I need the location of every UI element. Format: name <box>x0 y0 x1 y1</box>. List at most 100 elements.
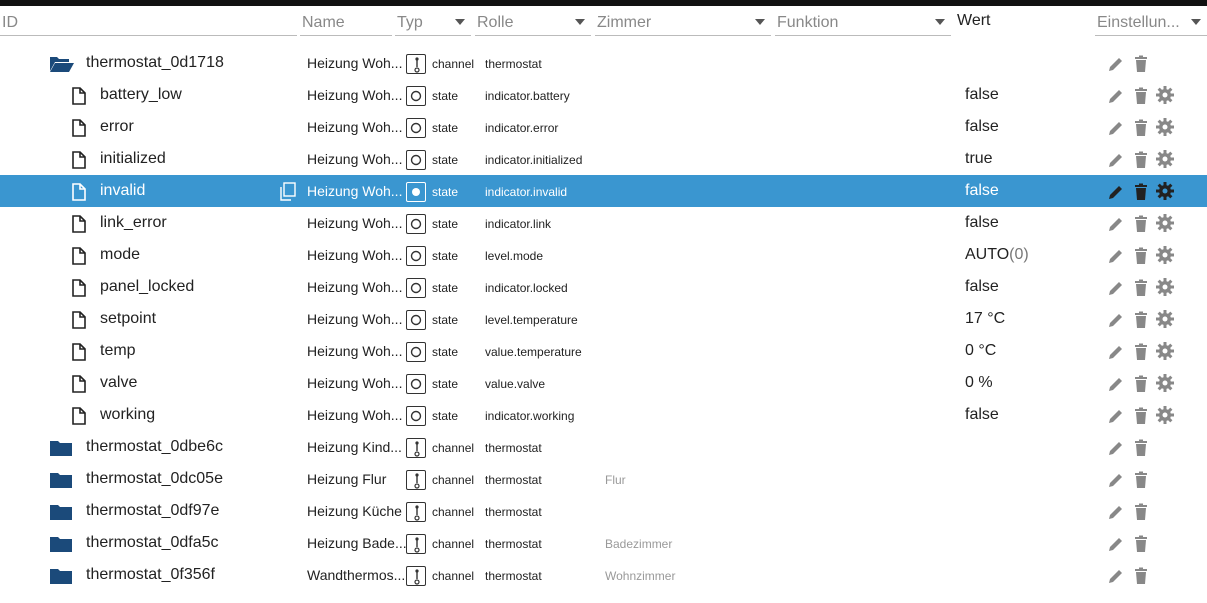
object-value[interactable]: false <box>965 182 999 200</box>
object-value[interactable]: false <box>965 118 999 136</box>
delete-trash-icon[interactable] <box>1133 151 1149 169</box>
tree-row[interactable]: temp Heizung Woh... state value.temperature… <box>0 335 1207 367</box>
folder-icon[interactable] <box>49 503 73 521</box>
settings-gear-icon[interactable] <box>1155 213 1175 233</box>
tree-row[interactable]: initialized Heizung Woh... state indicator.… <box>0 143 1207 175</box>
edit-pencil-icon[interactable] <box>1106 407 1126 425</box>
id-filter-input[interactable]: ID <box>0 10 297 36</box>
folder-open-icon[interactable] <box>49 55 75 73</box>
delete-trash-icon[interactable] <box>1133 183 1149 201</box>
edit-pencil-icon[interactable] <box>1106 87 1126 105</box>
file-icon[interactable] <box>71 151 87 169</box>
tree-row[interactable]: panel_locked Heizung Woh... state indicator… <box>0 271 1207 303</box>
tree-row[interactable]: mode Heizung Woh... state level.mode AUTO(0) <box>0 239 1207 271</box>
file-icon[interactable] <box>71 215 87 233</box>
delete-trash-icon[interactable] <box>1133 279 1149 297</box>
edit-pencil-icon[interactable] <box>1106 183 1126 201</box>
settings-gear-icon[interactable] <box>1155 149 1175 169</box>
object-value[interactable]: AUTO(0) <box>965 246 1029 264</box>
delete-trash-icon[interactable] <box>1133 439 1149 457</box>
edit-pencil-icon[interactable] <box>1106 439 1126 457</box>
edit-pencil-icon[interactable] <box>1106 247 1126 265</box>
object-value[interactable]: false <box>965 406 999 424</box>
folder-icon[interactable] <box>49 567 73 585</box>
tree-row[interactable]: thermostat_0df97e Heizung Küche channel the… <box>0 495 1207 527</box>
file-icon[interactable] <box>71 183 87 201</box>
delete-trash-icon[interactable] <box>1133 343 1149 361</box>
file-icon[interactable] <box>71 247 87 265</box>
rolle-filter-select[interactable]: Rolle <box>475 10 591 36</box>
tree-row[interactable]: thermostat_0dbe6c Heizung Kind... channel t… <box>0 431 1207 463</box>
tree-row[interactable]: thermostat_0f356f Wandthermos... channel th… <box>0 559 1207 591</box>
edit-pencil-icon[interactable] <box>1106 567 1126 585</box>
delete-trash-icon[interactable] <box>1133 567 1149 585</box>
einstellungen-select[interactable]: Einstellun... <box>1095 10 1207 36</box>
name-filter-input[interactable]: Name <box>300 10 392 36</box>
funktion-filter-select[interactable]: Funktion <box>775 10 951 36</box>
object-value[interactable]: false <box>965 86 999 104</box>
object-value[interactable]: false <box>965 214 999 232</box>
delete-trash-icon[interactable] <box>1133 247 1149 265</box>
delete-trash-icon[interactable] <box>1133 471 1149 489</box>
edit-pencil-icon[interactable] <box>1106 343 1126 361</box>
file-icon[interactable] <box>71 279 87 297</box>
object-value[interactable]: 0 % <box>965 374 993 392</box>
edit-pencil-icon[interactable] <box>1106 215 1126 233</box>
settings-gear-icon[interactable] <box>1155 309 1175 329</box>
folder-icon[interactable] <box>49 439 73 457</box>
settings-gear-icon[interactable] <box>1155 117 1175 137</box>
edit-pencil-icon[interactable] <box>1106 311 1126 329</box>
file-icon[interactable] <box>71 407 87 425</box>
edit-pencil-icon[interactable] <box>1106 279 1126 297</box>
edit-pencil-icon[interactable] <box>1106 471 1126 489</box>
delete-trash-icon[interactable] <box>1133 535 1149 553</box>
settings-gear-icon[interactable] <box>1155 277 1175 297</box>
name-filter-placeholder: Name <box>302 14 345 31</box>
edit-pencil-icon[interactable] <box>1106 375 1126 393</box>
delete-trash-icon[interactable] <box>1133 503 1149 521</box>
tree-row[interactable]: setpoint Heizung Woh... state level.tempera… <box>0 303 1207 335</box>
tree-row[interactable]: error Heizung Woh... state indicator.error f… <box>0 111 1207 143</box>
delete-trash-icon[interactable] <box>1133 311 1149 329</box>
delete-trash-icon[interactable] <box>1133 55 1149 73</box>
settings-gear-icon[interactable] <box>1155 405 1175 425</box>
settings-gear-icon[interactable] <box>1155 181 1175 201</box>
object-value[interactable]: false <box>965 278 999 296</box>
zimmer-filter-select[interactable]: Zimmer <box>595 10 771 36</box>
object-value[interactable]: 0 °C <box>965 342 996 360</box>
file-icon[interactable] <box>71 343 87 361</box>
settings-gear-icon[interactable] <box>1155 373 1175 393</box>
folder-icon[interactable] <box>49 471 73 489</box>
tree-row[interactable]: thermostat_0dfa5c Heizung Bade... channel t… <box>0 527 1207 559</box>
delete-trash-icon[interactable] <box>1133 407 1149 425</box>
settings-gear-icon[interactable] <box>1155 341 1175 361</box>
typ-filter-select[interactable]: Typ <box>395 10 471 36</box>
file-icon[interactable] <box>71 87 87 105</box>
tree-row[interactable]: battery_low Heizung Woh... state indicator.… <box>0 79 1207 111</box>
file-icon[interactable] <box>71 375 87 393</box>
file-icon[interactable] <box>71 119 87 137</box>
tree-row[interactable]: thermostat_0dc05e Heizung Flur channel ther… <box>0 463 1207 495</box>
object-value[interactable]: true <box>965 150 993 168</box>
object-value[interactable]: 17 °C <box>965 310 1005 328</box>
delete-trash-icon[interactable] <box>1133 119 1149 137</box>
edit-pencil-icon[interactable] <box>1106 535 1126 553</box>
delete-trash-icon[interactable] <box>1133 375 1149 393</box>
file-icon[interactable] <box>71 311 87 329</box>
tree-row[interactable]: working Heizung Woh... state indicator.work… <box>0 399 1207 431</box>
tree-row[interactable]: invalid Heizung Woh... state indicator.inva… <box>0 175 1207 207</box>
copy-icon[interactable] <box>279 182 297 202</box>
tree-row[interactable]: thermostat_0d1718 Heizung Woh... channel th… <box>0 47 1207 79</box>
object-name: Heizung Woh... <box>307 215 403 231</box>
edit-pencil-icon[interactable] <box>1106 119 1126 137</box>
settings-gear-icon[interactable] <box>1155 245 1175 265</box>
folder-icon[interactable] <box>49 535 73 553</box>
edit-pencil-icon[interactable] <box>1106 503 1126 521</box>
tree-row[interactable]: link_error Heizung Woh... state indicator.l… <box>0 207 1207 239</box>
edit-pencil-icon[interactable] <box>1106 55 1126 73</box>
delete-trash-icon[interactable] <box>1133 87 1149 105</box>
edit-pencil-icon[interactable] <box>1106 151 1126 169</box>
tree-row[interactable]: valve Heizung Woh... state value.valve 0 % <box>0 367 1207 399</box>
settings-gear-icon[interactable] <box>1155 85 1175 105</box>
delete-trash-icon[interactable] <box>1133 215 1149 233</box>
